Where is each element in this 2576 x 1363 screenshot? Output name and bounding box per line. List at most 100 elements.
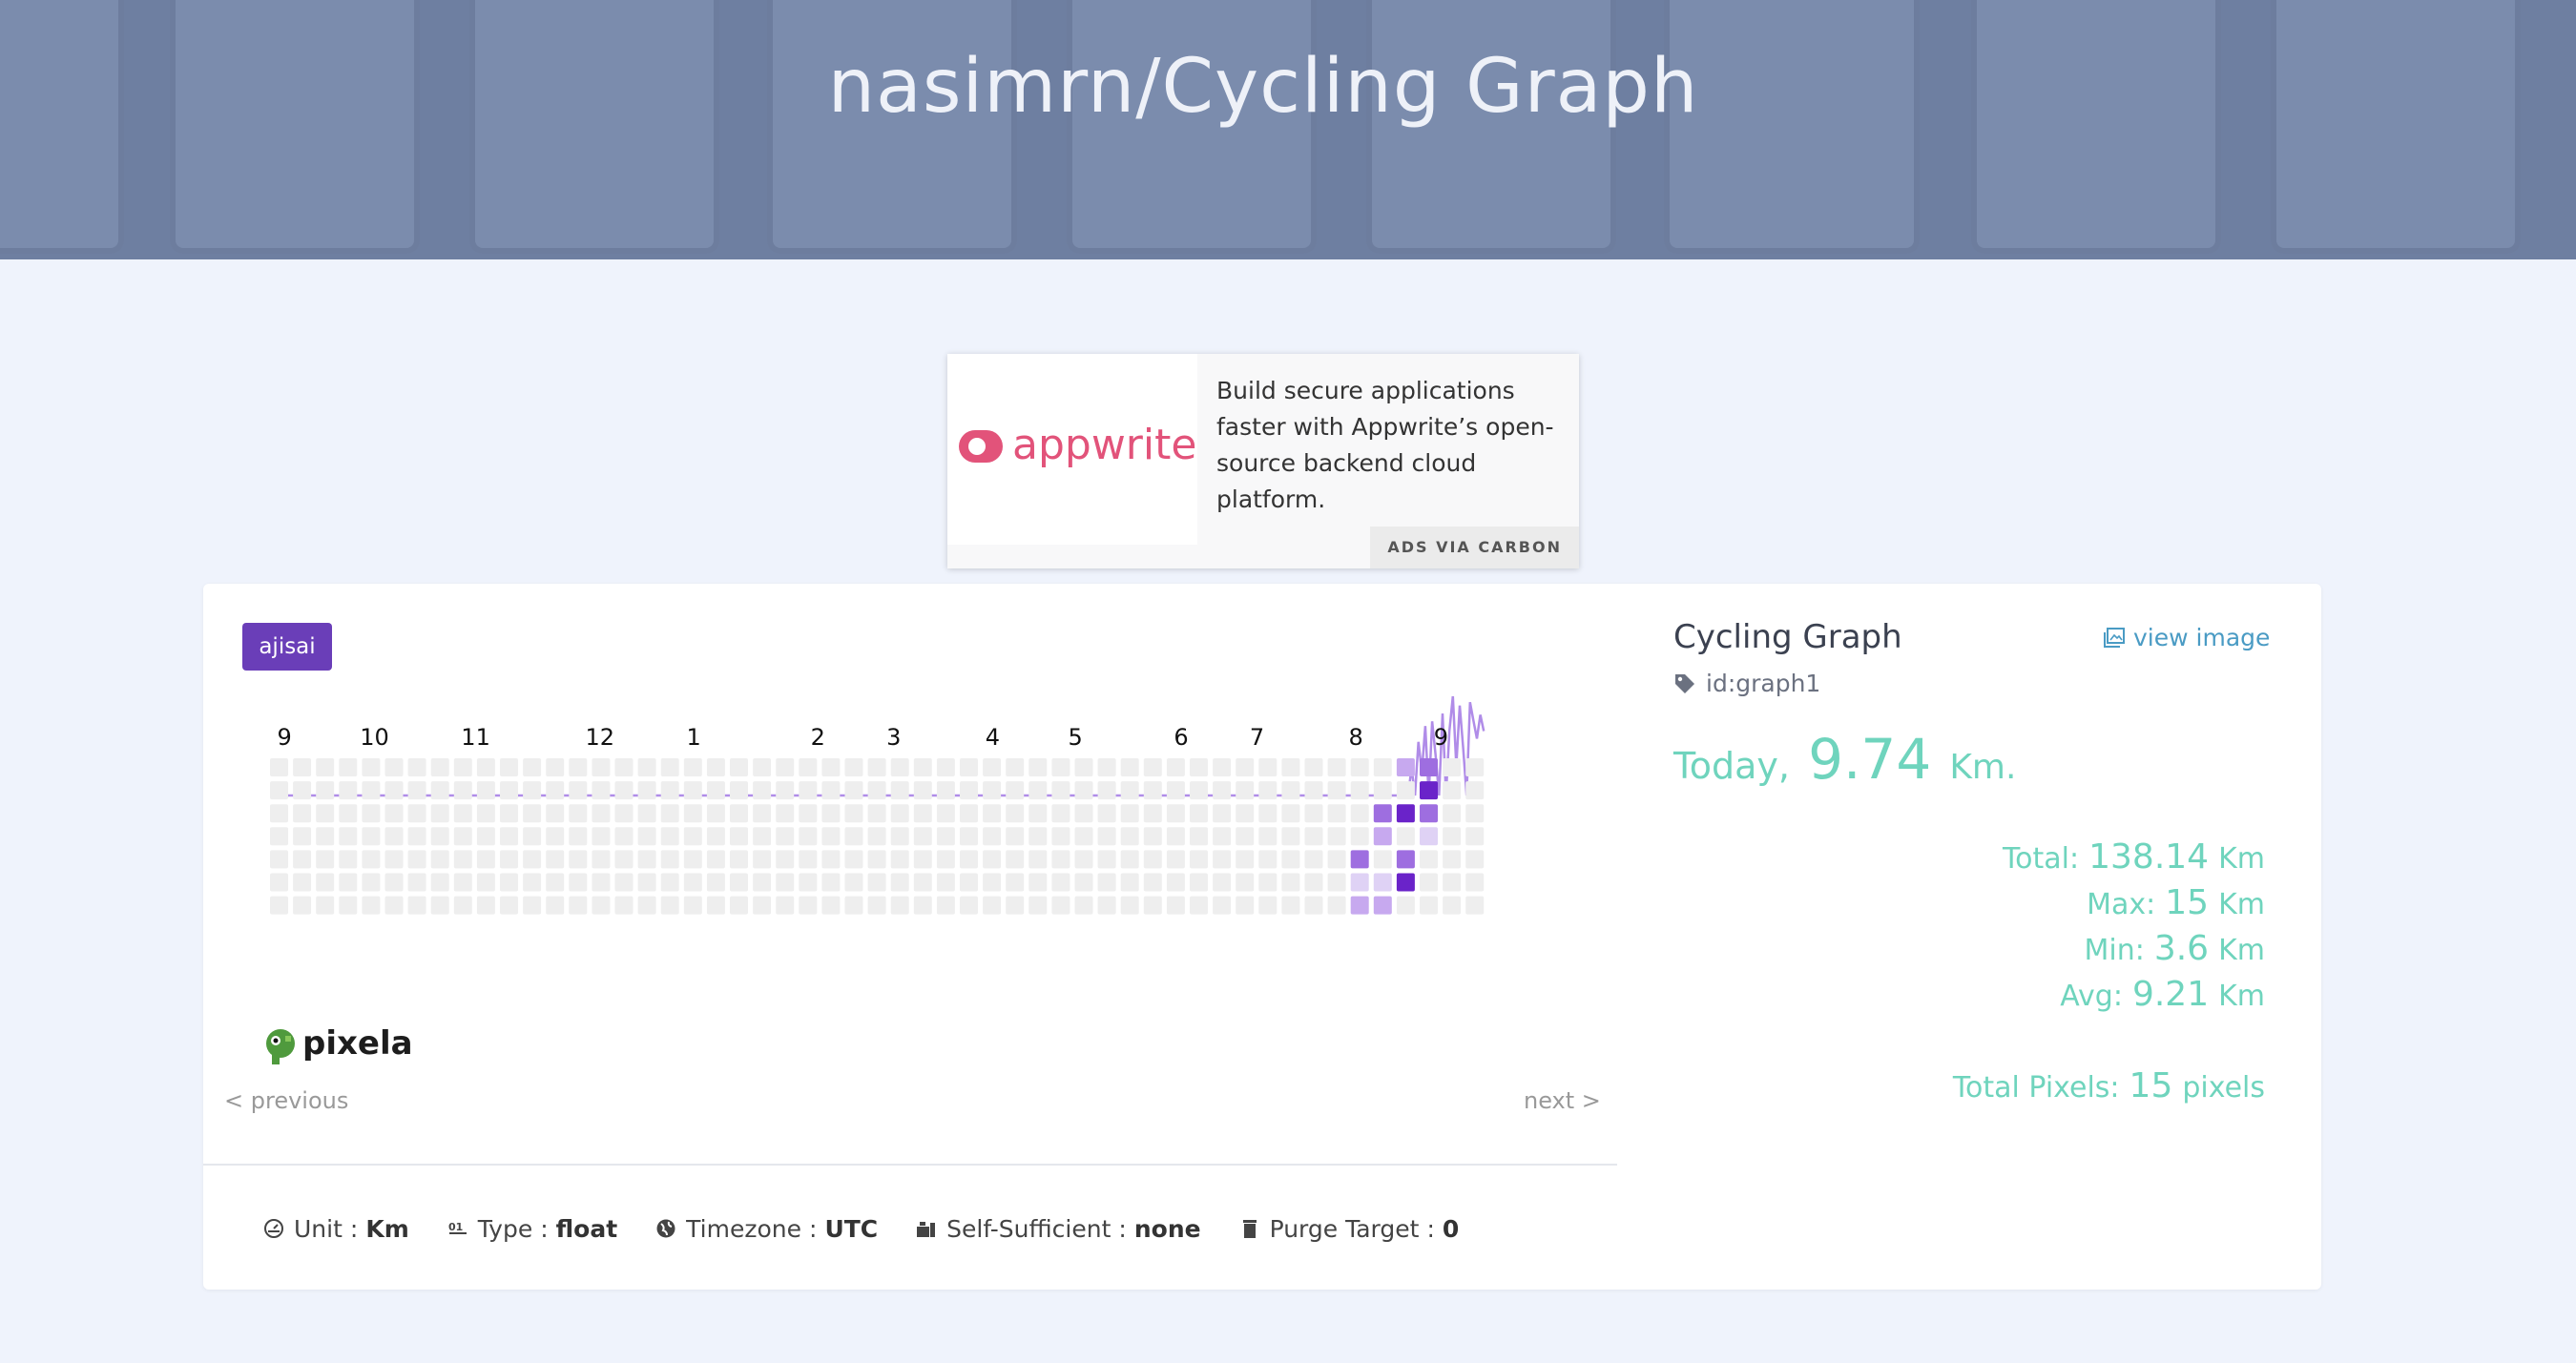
pixel-cell[interactable] (453, 758, 472, 776)
pixel-cell[interactable] (913, 781, 932, 800)
pixel-cell[interactable] (1327, 827, 1346, 846)
pixel-cell[interactable] (339, 896, 358, 915)
pixel-cell[interactable] (1420, 896, 1438, 915)
pixel-cell[interactable] (753, 758, 772, 776)
pixel-cell[interactable] (592, 873, 611, 892)
pixel-cell[interactable] (1097, 827, 1116, 846)
pixel-cell[interactable] (637, 827, 656, 846)
pixel-cell[interactable] (660, 873, 679, 892)
pixel-cell[interactable] (1028, 758, 1048, 776)
pixel-cell[interactable] (1396, 758, 1415, 776)
pixel-cell[interactable] (1350, 896, 1369, 915)
pixel-cell[interactable] (867, 873, 886, 892)
pixel-cell[interactable] (1143, 804, 1162, 823)
pixel-cell[interactable] (799, 850, 818, 869)
pixel-cell[interactable] (799, 896, 818, 915)
pixel-cell[interactable] (500, 827, 518, 846)
pixel-cell[interactable] (384, 827, 404, 846)
pixel-cell[interactable] (1281, 827, 1300, 846)
pixel-cell[interactable] (500, 758, 518, 776)
pixel-cell[interactable] (362, 850, 381, 869)
pixel-cell[interactable] (1120, 873, 1139, 892)
pixel-cell[interactable] (1074, 896, 1093, 915)
pixel-cell[interactable] (569, 804, 588, 823)
pixel-cell[interactable] (1051, 896, 1070, 915)
pixel-cell[interactable] (569, 758, 588, 776)
pixel-cell[interactable] (890, 896, 909, 915)
pixel-cell[interactable] (270, 804, 288, 823)
pixel-cell[interactable] (384, 896, 404, 915)
pixel-cell[interactable] (1143, 896, 1162, 915)
pixel-cell[interactable] (706, 873, 725, 892)
pixel-cell[interactable] (1373, 758, 1392, 776)
pixel-cell[interactable] (1304, 804, 1323, 823)
pixel-cell[interactable] (1166, 896, 1185, 915)
pixel-cell[interactable] (913, 804, 932, 823)
pixel-cell[interactable] (660, 804, 679, 823)
pixel-cell[interactable] (1190, 804, 1208, 823)
pixel-cell[interactable] (1304, 758, 1323, 776)
pixel-cell[interactable] (890, 758, 909, 776)
pixel-cell[interactable] (316, 850, 335, 869)
pixel-cell[interactable] (706, 758, 725, 776)
pixel-cell[interactable] (1396, 827, 1415, 846)
pixel-cell[interactable] (293, 804, 312, 823)
pixel-cell[interactable] (1465, 850, 1485, 869)
pixel-cell[interactable] (1281, 758, 1300, 776)
pixel-cell[interactable] (1281, 896, 1300, 915)
pixel-cell[interactable] (683, 781, 702, 800)
previous-link[interactable]: < previous (224, 1087, 348, 1114)
pixel-cell[interactable] (1420, 873, 1438, 892)
pixel-cell[interactable] (1258, 781, 1278, 800)
pixel-cell[interactable] (339, 758, 358, 776)
pixel-cell[interactable] (523, 896, 542, 915)
pixel-cell[interactable] (523, 781, 542, 800)
pixel-cell[interactable] (1120, 804, 1139, 823)
pixel-cell[interactable] (1143, 827, 1162, 846)
pixel-cell[interactable] (1051, 850, 1070, 869)
pixel-cell[interactable] (683, 850, 702, 869)
pixel-cell[interactable] (293, 873, 312, 892)
pixel-cell[interactable] (983, 873, 1002, 892)
pixel-cell[interactable] (844, 873, 863, 892)
pixel-cell[interactable] (1006, 827, 1025, 846)
pixel-cell[interactable] (476, 896, 495, 915)
pixel-cell[interactable] (867, 804, 886, 823)
pixel-cell[interactable] (683, 758, 702, 776)
pixel-cell[interactable] (546, 804, 565, 823)
pixel-cell[interactable] (1166, 804, 1185, 823)
pixel-cell[interactable] (1051, 758, 1070, 776)
pixel-cell[interactable] (1166, 758, 1185, 776)
pixel-cell[interactable] (753, 873, 772, 892)
ads-via-carbon-link[interactable]: ADS VIA CARBON (1370, 527, 1579, 568)
pixel-cell[interactable] (660, 781, 679, 800)
pixel-cell[interactable] (407, 758, 426, 776)
pixel-cell[interactable] (936, 804, 955, 823)
pixel-cell[interactable] (1420, 850, 1438, 869)
pixel-cell[interactable] (316, 804, 335, 823)
pixel-cell[interactable] (592, 758, 611, 776)
pixel-cell[interactable] (453, 850, 472, 869)
pixel-cell[interactable] (960, 781, 978, 800)
pixel-cell[interactable] (844, 850, 863, 869)
pixel-cell[interactable] (821, 804, 841, 823)
pixel-cell[interactable] (660, 758, 679, 776)
pixel-cell[interactable] (890, 827, 909, 846)
pixel-cell[interactable] (776, 896, 795, 915)
pixel-cell[interactable] (1166, 781, 1185, 800)
pixel-cell[interactable] (384, 781, 404, 800)
pixel-cell[interactable] (1051, 827, 1070, 846)
pixel-cell[interactable] (1190, 781, 1208, 800)
pixel-cell[interactable] (844, 804, 863, 823)
pixel-cell[interactable] (799, 781, 818, 800)
pixel-cell[interactable] (637, 758, 656, 776)
pixel-cell[interactable] (270, 827, 288, 846)
pixel-cell[interactable] (270, 873, 288, 892)
pixel-cell[interactable] (660, 850, 679, 869)
pixel-cell[interactable] (614, 896, 634, 915)
pixel-cell[interactable] (1258, 827, 1278, 846)
pixel-cell[interactable] (476, 758, 495, 776)
pixel-cell[interactable] (844, 827, 863, 846)
pixel-cell[interactable] (1420, 804, 1438, 823)
pixel-cell[interactable] (316, 896, 335, 915)
